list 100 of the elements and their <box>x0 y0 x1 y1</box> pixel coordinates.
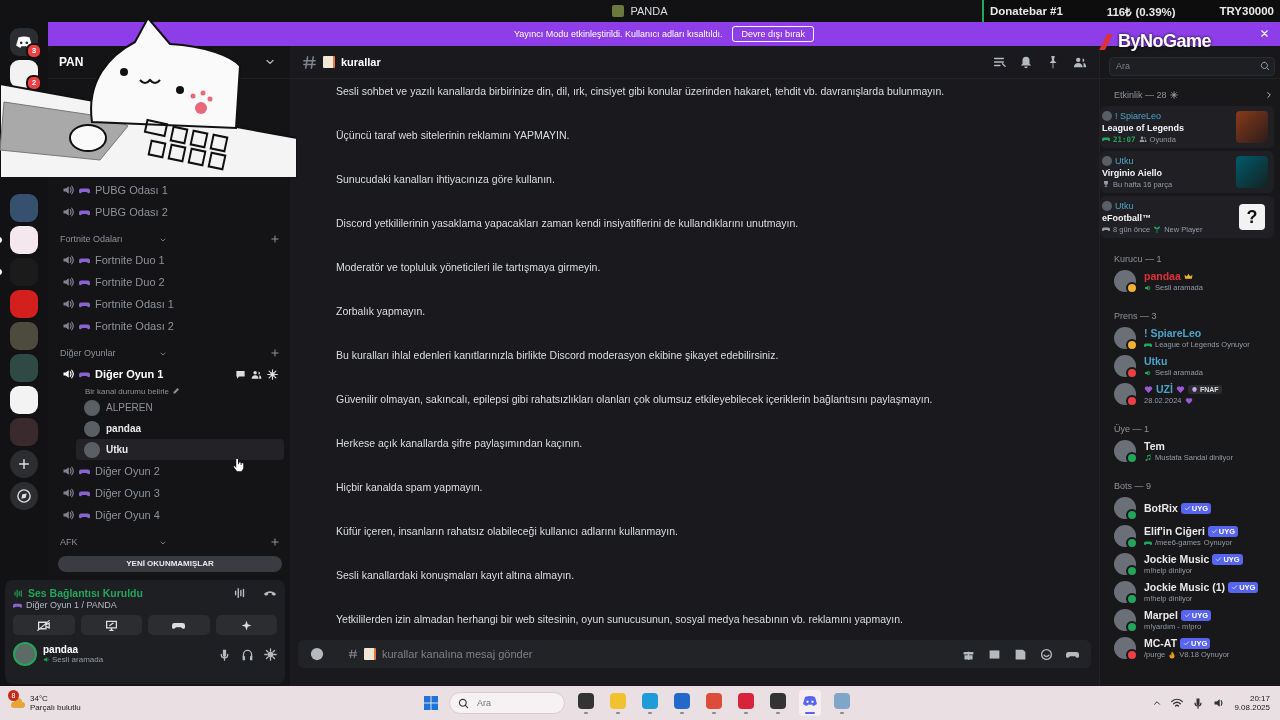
chevron-up-icon[interactable] <box>1152 698 1163 708</box>
message-composer[interactable]: kurallar kanalına mesaj gönder <box>298 640 1091 668</box>
server-icon[interactable] <box>10 386 38 414</box>
rule-message: Hiçbir kanalda spam yapmayın. <box>336 480 484 494</box>
card-title: eFootball™ <box>1102 212 1152 223</box>
sticker-icon[interactable] <box>1014 647 1027 661</box>
search-input[interactable]: Ara <box>1114 60 1260 72</box>
avatar[interactable] <box>1114 383 1136 405</box>
voice-channel[interactable]: Diğer Oyun 1 <box>95 368 230 380</box>
close-icon[interactable] <box>1259 28 1270 39</box>
disable-button[interactable]: Devre dışı bırak <box>732 26 814 42</box>
discover-button[interactable] <box>10 482 38 510</box>
voice-user[interactable]: pandaa <box>76 418 284 439</box>
bell-icon[interactable] <box>1019 55 1033 69</box>
voice-channel[interactable]: PUBG Odası 1 <box>95 184 284 196</box>
mic-icon[interactable] <box>1192 697 1205 709</box>
server-name[interactable]: PAN <box>59 55 84 69</box>
threads-icon[interactable] <box>992 55 1006 69</box>
wifi-icon[interactable] <box>1171 697 1184 709</box>
plus-icon[interactable] <box>270 348 280 358</box>
headphones-icon[interactable] <box>241 647 254 661</box>
avatar[interactable] <box>1114 327 1136 349</box>
add-server-button[interactable] <box>10 450 38 478</box>
avatar[interactable] <box>1114 497 1136 519</box>
voice-channel[interactable]: Fortnite Odası 1 <box>95 298 284 310</box>
gif-icon[interactable] <box>988 647 1001 661</box>
message-input[interactable]: kurallar kanalına mesaj gönder <box>380 647 956 661</box>
category-header[interactable]: AFK <box>60 537 155 547</box>
voice-channel[interactable]: Diğer Oyun 4 <box>95 509 284 521</box>
member-name[interactable]: Jockie Music <box>1144 553 1210 565</box>
taskbar-app[interactable] <box>671 690 693 716</box>
member-name[interactable]: MC-AT <box>1144 637 1178 649</box>
sprout-icon <box>1153 225 1162 233</box>
category-header[interactable]: Diğer Oyunlar <box>60 348 155 358</box>
taskbar-search[interactable]: Ara <box>449 692 565 714</box>
chevron-icon[interactable] <box>1264 90 1274 100</box>
soundboard-button[interactable] <box>215 615 277 635</box>
camera-button[interactable] <box>13 615 75 635</box>
avatar[interactable] <box>1114 609 1136 631</box>
member-name[interactable]: BotRix <box>1144 502 1178 514</box>
trophy-icon <box>1102 180 1110 188</box>
voice-user[interactable]: Utku <box>76 439 284 460</box>
voice-channel[interactable]: Fortnite Odası 2 <box>95 320 284 332</box>
channel-status[interactable]: Bir kanal durumu belirle <box>85 386 170 396</box>
screen-share-button[interactable] <box>80 615 142 635</box>
start-icon[interactable] <box>423 695 439 711</box>
voice-channel[interactable]: Fortnite Duo 1 <box>95 254 284 266</box>
emoji-icon[interactable] <box>1040 647 1053 661</box>
plus-icon[interactable] <box>270 234 280 244</box>
avatar[interactable] <box>1114 525 1136 547</box>
avatar[interactable] <box>1114 355 1136 377</box>
plus-icon[interactable] <box>270 537 280 547</box>
card-user: ! SpiareLeo <box>1115 110 1162 121</box>
member-name[interactable]: pandaa <box>1144 270 1181 282</box>
add-icon[interactable] <box>310 647 324 661</box>
voice-channel[interactable]: Diğer Oyun 3 <box>95 487 284 499</box>
voice-channel[interactable]: PUBG Odası 2 <box>95 206 284 218</box>
speaker-icon <box>43 656 50 663</box>
invite-icon[interactable] <box>251 368 262 380</box>
speaker-icon <box>62 298 74 310</box>
mic-icon[interactable] <box>218 647 231 661</box>
member-name[interactable]: Marpel <box>1144 609 1178 621</box>
speaker-icon <box>62 368 74 380</box>
voice-channel[interactable]: Fortnite Duo 2 <box>95 276 284 288</box>
avatar[interactable] <box>1114 581 1136 603</box>
activity-button[interactable] <box>148 615 210 635</box>
rule-message: Sesli kanallardaki konuşmaları kayıt altına almayın. <box>336 568 576 582</box>
category-header[interactable]: Fortnite Odaları <box>60 234 155 244</box>
member-name[interactable]: Jockie Music (1) <box>1144 581 1226 593</box>
speaker-icon <box>62 320 74 332</box>
avatar[interactable] <box>1114 637 1136 659</box>
soundwave-icon[interactable] <box>233 586 247 600</box>
member-name[interactable]: UZİ <box>1156 383 1173 395</box>
avatar-icon <box>1102 110 1112 121</box>
avatar[interactable] <box>1114 440 1136 462</box>
avatar-icon <box>84 441 100 458</box>
members-icon[interactable] <box>1073 55 1087 69</box>
member-name[interactable]: Tem <box>1144 440 1165 452</box>
avatar[interactable] <box>1114 553 1136 575</box>
voice-channel-link[interactable]: Diğer Oyun 1 / PANDA <box>26 600 117 610</box>
avatar[interactable] <box>1114 270 1136 292</box>
search-field[interactable]: Ara <box>1109 56 1275 76</box>
voice-channel[interactable]: Diğer Oyun 2 <box>95 465 284 477</box>
member-name[interactable]: Utku <box>1144 355 1168 367</box>
speaker-icon <box>62 254 74 266</box>
chat-icon[interactable] <box>235 368 246 380</box>
taskbar-app[interactable] <box>767 690 789 716</box>
chevron-icon <box>159 539 167 547</box>
avatar-icon <box>1102 155 1112 166</box>
clock[interactable]: 20:17 9.08.2025 <box>1234 694 1270 712</box>
unread-pill[interactable]: YENİ OKUNMAMIŞLAR <box>58 556 282 572</box>
member-name[interactable]: Elif'in Ciğeri <box>1144 525 1205 537</box>
taskbar-app[interactable] <box>575 690 597 716</box>
donate-amount: 116₺ (0.39%) <box>1106 4 1176 19</box>
voice-status: Ses Bağlantısı Kuruldu <box>28 587 144 599</box>
search-input[interactable]: Ara <box>475 697 539 709</box>
avatar-icon <box>84 420 100 437</box>
user-avatar[interactable] <box>13 642 37 666</box>
voice-user[interactable]: ALPEREN <box>76 397 284 418</box>
member-name[interactable]: ! SpiareLeo <box>1144 327 1202 339</box>
